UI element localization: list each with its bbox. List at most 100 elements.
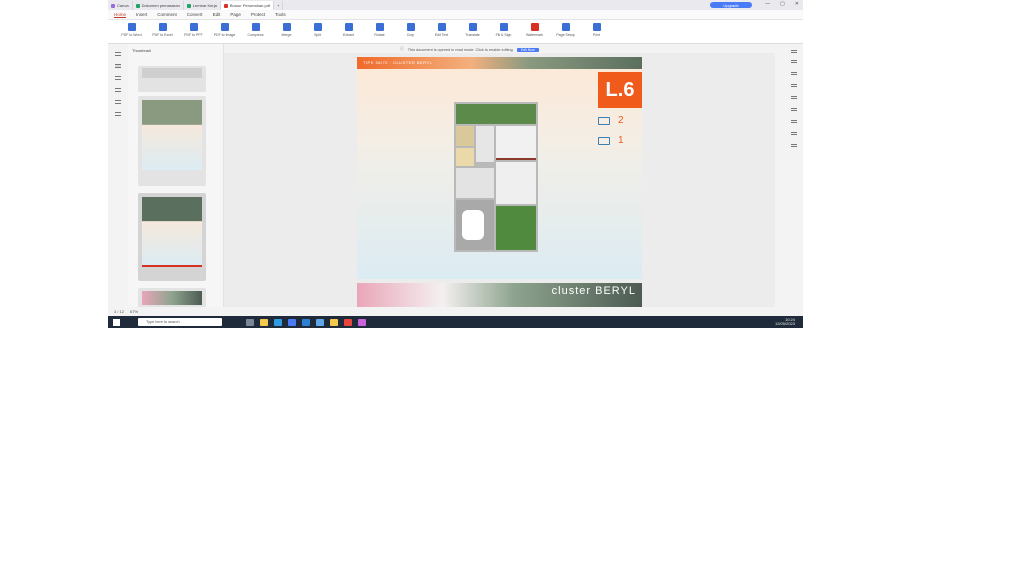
room-center [476,126,494,162]
statusbar: 3 / 12 67% [108,307,803,316]
tool-icon-8[interactable] [791,132,797,135]
pdf-app-icon[interactable] [358,318,366,326]
start-icon[interactable] [113,318,120,326]
bedroom-spec: 2 [598,115,624,126]
tab-2[interactable]: Lembar Kerja [184,1,221,10]
info-icon: ⓘ [400,47,404,51]
left-tool-strip [108,44,128,316]
ribbon-toolbar: PDF to Word PDF to Excel PDF to PPT PDF … [108,20,803,44]
mail-icon[interactable] [302,318,310,326]
menu-item-tools[interactable]: Tools [275,12,286,17]
clock-date[interactable]: 12/05/2023 [775,322,795,326]
tab-favicon [186,3,191,8]
search-icon[interactable] [115,112,121,116]
room-left-top [456,126,474,146]
tool-icon-9[interactable] [791,144,797,147]
car-shape [462,210,484,240]
cluster-title: cluster BERYL [551,285,636,297]
tab-3[interactable]: Brosur Perumahan.pdf [220,1,275,10]
photos-icon[interactable] [316,318,324,326]
thumbnail-image [142,291,202,305]
ribbon-button-fill-sign[interactable]: Fill & Sign [488,23,519,37]
tool-icon-2[interactable] [791,60,797,63]
bathroom-spec: 1 [598,135,624,146]
tool-icon-7[interactable] [791,120,797,123]
tab-label: Dokumen pemasaran [141,3,180,8]
taskbar-apps [246,318,366,326]
menu-item-protect[interactable]: Protect [251,12,265,17]
document-canvas: TIPE 36/72 · CLUSTER BERYL L.6 2 1 clust… [224,53,775,316]
thumbnail-image [142,100,202,170]
ribbon-button-print[interactable]: Print [581,23,612,37]
task-view-icon[interactable] [246,318,254,326]
shower-icon [598,136,610,145]
menu-item-page[interactable]: Page [230,12,241,17]
menubar: Home Insert Comment Convert Edit Page Pr… [108,10,803,20]
bed-icon [598,116,610,125]
read-mode-notice: ⓘ This document is opened in read mode. … [400,46,630,53]
ribbon-button-split[interactable]: Split [302,23,333,37]
thumbnail-icon[interactable] [115,64,121,68]
crop-icon [406,23,415,31]
garden-front [496,206,536,250]
thumbnail-page-4[interactable] [138,288,206,308]
page-indicator[interactable]: 3 / 12 [114,309,124,314]
ribbon-button-rotate[interactable]: Rotate [364,23,395,37]
thumbnail-page-2[interactable] [138,96,206,186]
ribbon-button-translate[interactable]: Translate [457,23,488,37]
extract-icon [344,23,353,31]
ribbon-button-compress[interactable]: Compress [240,23,271,37]
ribbon-button-page-setup[interactable]: Page Setup [550,23,581,37]
menu-item-insert[interactable]: Insert [136,12,147,17]
thumbnail-page-3-selected[interactable] [138,193,206,281]
bookmark-icon[interactable] [115,76,121,80]
print-icon [592,23,601,31]
sign-icon [499,23,508,31]
tab-favicon [135,3,140,8]
file-explorer-icon[interactable] [260,318,268,326]
tool-icon-3[interactable] [791,72,797,75]
attachment-icon[interactable] [115,100,121,104]
os-taskbar: Type here to search 10:24 12/05/2023 [108,316,803,328]
floor-plan [454,102,538,252]
close-icon[interactable]: ✕ [795,1,799,7]
tool-icon-4[interactable] [791,84,797,87]
menu-icon[interactable] [115,52,121,56]
ribbon-button-merge[interactable]: Merge [271,23,302,37]
system-tray: 10:24 12/05/2023 [775,318,795,326]
ribbon-button-pdf-to-word[interactable]: PDF to Word [116,23,147,37]
tab-1[interactable]: Dokumen pemasaran [133,1,184,10]
menu-item-home[interactable]: Home [114,12,127,18]
edge-icon[interactable] [274,318,282,326]
upgrade-button[interactable]: Upgrade [710,2,752,8]
minimize-icon[interactable]: — [765,1,770,7]
chrome-icon[interactable] [344,318,352,326]
store-icon[interactable] [288,318,296,326]
ribbon-button-edit-text[interactable]: Edit Text [426,23,457,37]
taskbar-search-input[interactable]: Type here to search [138,318,222,326]
edit-text-icon [437,23,446,31]
thumbnail-page-1[interactable] [138,66,206,92]
ribbon-button-pdf-to-excel[interactable]: PDF to Excel [147,23,178,37]
menu-item-edit[interactable]: Edit [213,12,221,17]
tab-favicon [111,3,115,8]
tab-label: Brosur Perumahan.pdf [229,3,271,8]
tab-0[interactable]: Canva [108,1,133,10]
menu-item-convert[interactable]: Convert [187,12,203,17]
ribbon-button-pdf-to-ppt[interactable]: PDF to PPT [178,23,209,37]
zoom-level[interactable]: 67% [130,309,138,314]
thumbnail-image [142,197,202,267]
notes-icon[interactable] [330,318,338,326]
tool-icon-1[interactable] [791,50,797,53]
tool-icon-5[interactable] [791,96,797,99]
ribbon-button-pdf-to-image[interactable]: PDF to Image [209,23,240,37]
maximize-icon[interactable]: ▢ [780,1,785,7]
ribbon-button-extract[interactable]: Extract [333,23,364,37]
comment-icon[interactable] [115,88,121,92]
ribbon-button-crop[interactable]: Crop [395,23,426,37]
ribbon-button-watermark[interactable]: Watermark [519,23,550,37]
tool-icon-6[interactable] [791,108,797,111]
new-tab-button[interactable]: + [274,1,284,10]
menu-item-comment[interactable]: Comment [157,12,177,17]
edit-now-button[interactable]: Edit Now [516,47,539,52]
